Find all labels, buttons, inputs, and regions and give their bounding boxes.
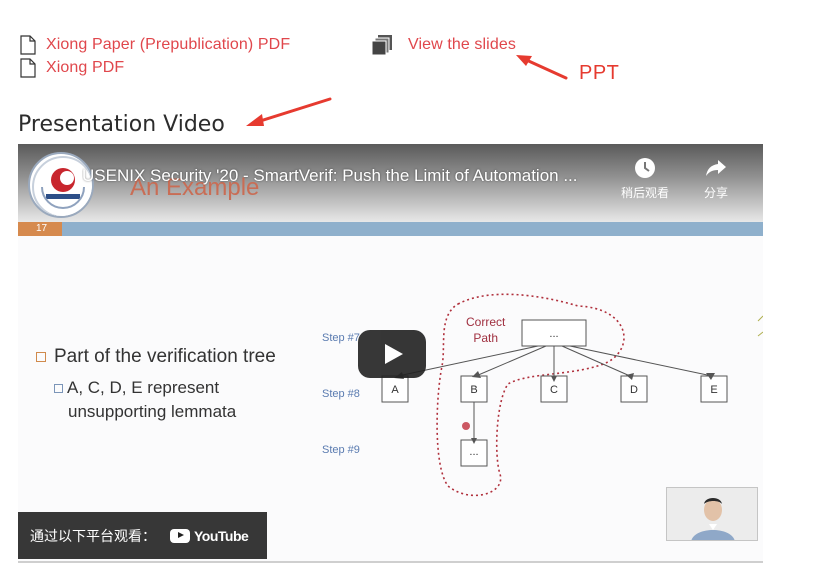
- paper-prepub-link-row[interactable]: Xiong Paper (Prepublication) PDF: [20, 34, 290, 56]
- clock-icon: [635, 158, 655, 178]
- document-icon: [20, 35, 36, 55]
- paper-pdf-link[interactable]: Xiong PDF: [46, 59, 124, 77]
- slide-progress-bar: [18, 222, 763, 236]
- video-title[interactable]: USENIX Security '20 - SmartVerif: Push t…: [82, 166, 602, 186]
- step-7-label: Step #7: [322, 332, 360, 344]
- node-e: E: [710, 384, 718, 396]
- ppt-annotation-label: PPT: [579, 62, 620, 84]
- share-button[interactable]: 分享: [686, 156, 746, 201]
- root-node-label: ...: [549, 328, 559, 340]
- slide-number: 17: [18, 222, 62, 236]
- speaker-portrait: [667, 488, 757, 540]
- node-b: B: [470, 384, 478, 396]
- leaf-node-label: ...: [469, 446, 479, 458]
- play-button[interactable]: [358, 330, 426, 378]
- share-label: 分享: [703, 186, 728, 200]
- stacked-pages-icon: [371, 35, 392, 56]
- resource-links: Xiong Paper (Prepublication) PDF Xiong P…: [0, 0, 826, 110]
- speaker-video-thumbnail: [666, 487, 758, 541]
- watch-on-youtube-bar[interactable]: 通过以下平台观看： YouTube: [18, 512, 267, 559]
- youtube-embed[interactable]: An Example 17 USENIX Security '20 - Smar…: [18, 144, 763, 563]
- paper-pdf-link-row[interactable]: Xiong PDF: [20, 57, 124, 79]
- youtube-logo[interactable]: YouTube: [170, 527, 249, 544]
- step-8-label: Step #8: [322, 388, 360, 400]
- watch-on-label: 通过以下平台观看：: [30, 527, 156, 544]
- section-heading: Presentation Video: [18, 112, 225, 137]
- watch-later-button[interactable]: 稍后观看: [615, 156, 675, 201]
- node-a: A: [391, 384, 399, 396]
- view-slides-link[interactable]: View the slides: [408, 36, 516, 54]
- paper-prepub-link[interactable]: Xiong Paper (Prepublication) PDF: [46, 36, 290, 54]
- youtube-wordmark: YouTube: [194, 527, 249, 544]
- share-arrow-icon: [706, 160, 726, 176]
- youtube-play-icon: [170, 528, 190, 543]
- node-c: C: [550, 384, 558, 396]
- document-icon: [20, 58, 36, 78]
- node-d: D: [630, 384, 638, 396]
- step-9-label: Step #9: [322, 444, 360, 456]
- watch-later-label: 稍后观看: [620, 186, 669, 200]
- correct-path-label: Correct Path: [466, 315, 506, 345]
- slides-link-row[interactable]: View the slides: [370, 34, 516, 56]
